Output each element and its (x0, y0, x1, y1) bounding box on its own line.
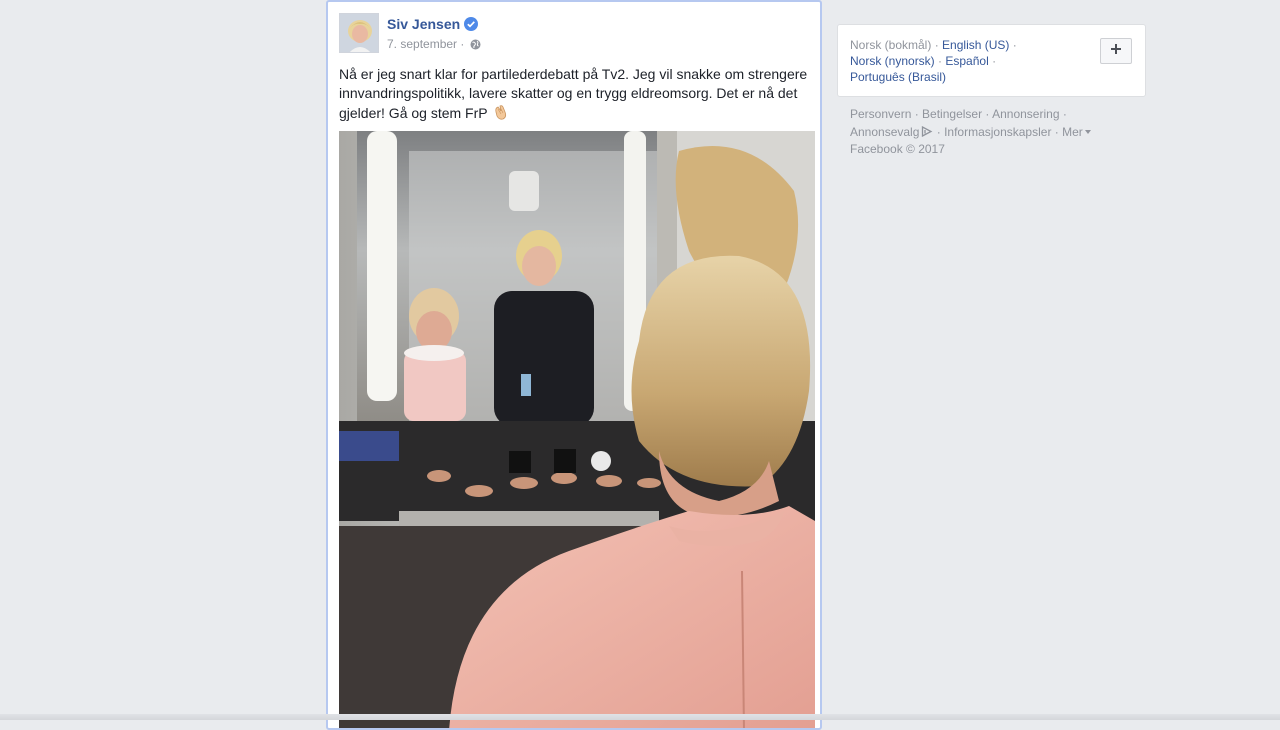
adchoices-icon[interactable] (921, 125, 933, 141)
author-name[interactable]: Siv Jensen (387, 16, 460, 32)
footer-copyright: Facebook © 2017 (850, 142, 945, 156)
language-current: Norsk (bokmål) (850, 38, 932, 52)
footer-annonsering-link[interactable]: Annonsering (992, 107, 1059, 121)
post-text-body: Nå er jeg snart klar for partilederdebat… (339, 66, 808, 121)
language-english-link[interactable]: English (US) (942, 38, 1009, 52)
footer-mer-link[interactable]: Mer (1062, 125, 1083, 139)
language-card: Norsk (bokmål) · English (US) · Norsk (n… (837, 24, 1146, 97)
post-meta: 7. september · (387, 37, 481, 53)
separator: · (934, 38, 939, 52)
bottom-bar (0, 714, 1280, 720)
add-language-button[interactable] (1100, 38, 1132, 64)
plus-icon (1110, 42, 1122, 60)
footer-personvern-link[interactable]: Personvern (850, 107, 911, 121)
post-card: Siv Jensen 7. september · Nå er jeg snar… (326, 0, 822, 730)
author-avatar[interactable] (339, 13, 379, 53)
language-list: Norsk (bokmål) · English (US) · Norsk (n… (850, 37, 1090, 85)
language-portugues-link[interactable]: Português (Brasil) (850, 70, 946, 84)
post-date[interactable]: 7. september (387, 37, 457, 51)
footer-links: Personvern · Betingelser · Annonsering ·… (850, 106, 1140, 157)
footer-informasjonskapsler-link[interactable]: Informasjonskapsler (944, 125, 1051, 139)
language-nynorsk-link[interactable]: Norsk (nynorsk) (850, 54, 935, 68)
separator: · (992, 54, 997, 68)
footer-betingelser-link[interactable]: Betingelser (922, 107, 982, 121)
post-text: Nå er jeg snart klar for partilederdebat… (339, 65, 813, 126)
clapping-hands-emoji (492, 103, 510, 126)
post-photo[interactable] (339, 131, 815, 728)
separator: · (1012, 38, 1017, 52)
chevron-down-icon[interactable] (1084, 122, 1091, 138)
globe-icon[interactable] (470, 39, 481, 53)
footer-annonsevalg-link[interactable]: Annonsevalg (850, 125, 919, 139)
meta-separator: · (460, 37, 465, 51)
verified-badge-icon (464, 17, 478, 31)
language-espanol-link[interactable]: Español (945, 54, 988, 68)
separator: · (938, 54, 943, 68)
